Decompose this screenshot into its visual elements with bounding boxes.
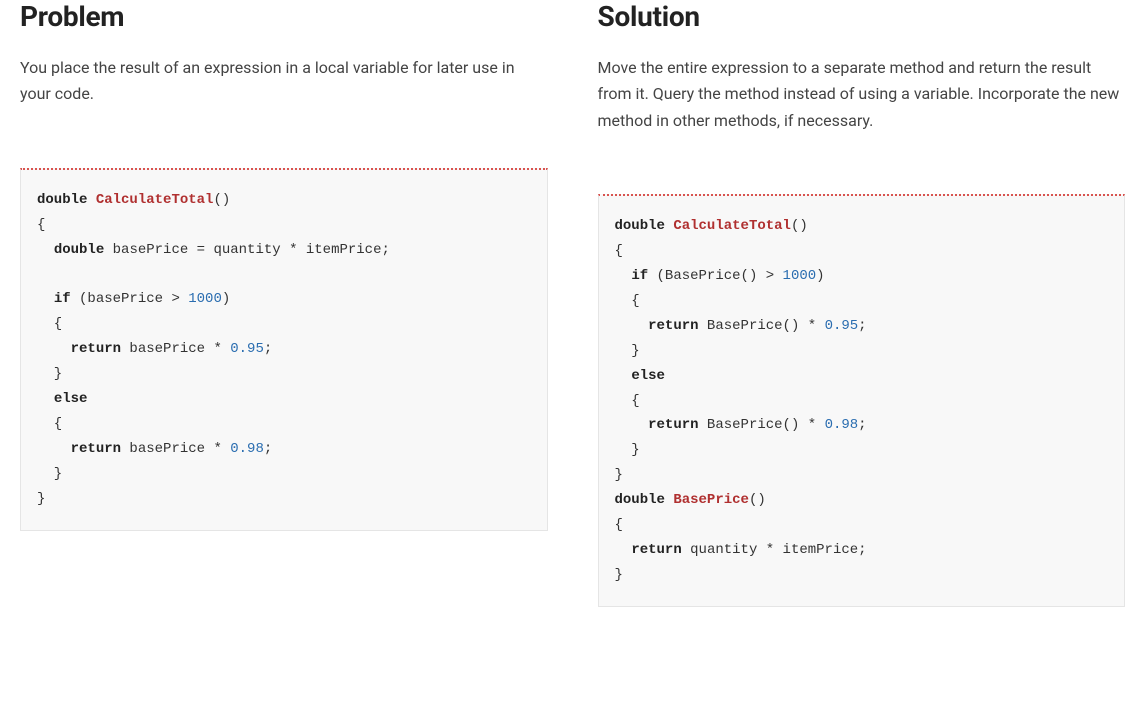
code-text: BasePrice() * bbox=[699, 417, 825, 433]
code-text: { bbox=[615, 517, 623, 533]
code-text: } bbox=[37, 466, 62, 482]
code-text bbox=[615, 542, 632, 558]
code-text: () bbox=[213, 192, 230, 208]
solution-description: Move the entire expression to a separate… bbox=[598, 55, 1126, 134]
code-function-name: CalculateTotal bbox=[96, 192, 214, 208]
code-keyword: double bbox=[37, 192, 87, 208]
code-text: { bbox=[37, 217, 45, 233]
code-text bbox=[37, 441, 71, 457]
two-column-layout: Problem You place the result of an expre… bbox=[20, 0, 1125, 607]
code-text: } bbox=[615, 442, 640, 458]
code-text: { bbox=[37, 416, 62, 432]
code-text: } bbox=[615, 343, 640, 359]
code-text bbox=[615, 318, 649, 334]
code-text bbox=[37, 242, 54, 258]
solution-code: double CalculateTotal() { if (BasePrice(… bbox=[615, 214, 1109, 588]
code-text bbox=[615, 417, 649, 433]
code-keyword: double bbox=[615, 218, 665, 234]
code-keyword: double bbox=[615, 492, 665, 508]
code-text bbox=[37, 341, 71, 357]
code-text: basePrice * bbox=[121, 341, 230, 357]
code-keyword: else bbox=[54, 391, 88, 407]
code-number: 0.95 bbox=[230, 341, 264, 357]
code-keyword: return bbox=[71, 341, 121, 357]
code-text: ; bbox=[264, 341, 272, 357]
problem-code-block: double CalculateTotal() { double basePri… bbox=[20, 168, 548, 531]
code-number: 1000 bbox=[188, 291, 222, 307]
problem-heading: Problem bbox=[20, 0, 548, 33]
code-text: ) bbox=[816, 268, 824, 284]
code-text: () bbox=[749, 492, 766, 508]
code-text: { bbox=[615, 393, 640, 409]
code-keyword: return bbox=[648, 417, 698, 433]
code-text: } bbox=[37, 491, 45, 507]
solution-code-block: double CalculateTotal() { if (BasePrice(… bbox=[598, 194, 1126, 607]
code-text: } bbox=[615, 467, 623, 483]
solution-column: Solution Move the entire expression to a… bbox=[598, 0, 1126, 607]
code-text bbox=[615, 368, 632, 384]
code-keyword: if bbox=[54, 291, 71, 307]
code-text: basePrice * bbox=[121, 441, 230, 457]
code-text: { bbox=[615, 243, 623, 259]
code-text: ; bbox=[264, 441, 272, 457]
code-function-name: BasePrice bbox=[673, 492, 749, 508]
problem-code: double CalculateTotal() { double basePri… bbox=[37, 188, 531, 512]
problem-description: You place the result of an expression in… bbox=[20, 55, 548, 108]
code-number: 0.95 bbox=[825, 318, 859, 334]
code-text: quantity * itemPrice; bbox=[682, 542, 867, 558]
code-function-name: CalculateTotal bbox=[673, 218, 791, 234]
problem-column: Problem You place the result of an expre… bbox=[20, 0, 548, 607]
code-keyword: double bbox=[54, 242, 104, 258]
solution-heading: Solution bbox=[598, 0, 1126, 33]
code-keyword: else bbox=[631, 368, 665, 384]
code-text bbox=[37, 291, 54, 307]
code-text: { bbox=[37, 316, 62, 332]
code-text: () bbox=[791, 218, 808, 234]
code-text: (basePrice > bbox=[71, 291, 189, 307]
code-text bbox=[615, 268, 632, 284]
code-keyword: return bbox=[71, 441, 121, 457]
code-keyword: return bbox=[631, 542, 681, 558]
code-text: ; bbox=[858, 318, 866, 334]
code-text: } bbox=[615, 567, 623, 583]
code-number: 0.98 bbox=[825, 417, 859, 433]
code-text: BasePrice() * bbox=[699, 318, 825, 334]
code-number: 1000 bbox=[783, 268, 817, 284]
code-keyword: if bbox=[631, 268, 648, 284]
code-number: 0.98 bbox=[230, 441, 264, 457]
code-keyword: return bbox=[648, 318, 698, 334]
code-text: basePrice = quantity * itemPrice; bbox=[104, 242, 390, 258]
code-text: } bbox=[37, 366, 62, 382]
code-text: ) bbox=[222, 291, 230, 307]
code-text: (BasePrice() > bbox=[648, 268, 782, 284]
code-text: { bbox=[615, 293, 640, 309]
code-text: ; bbox=[858, 417, 866, 433]
code-text bbox=[37, 391, 54, 407]
